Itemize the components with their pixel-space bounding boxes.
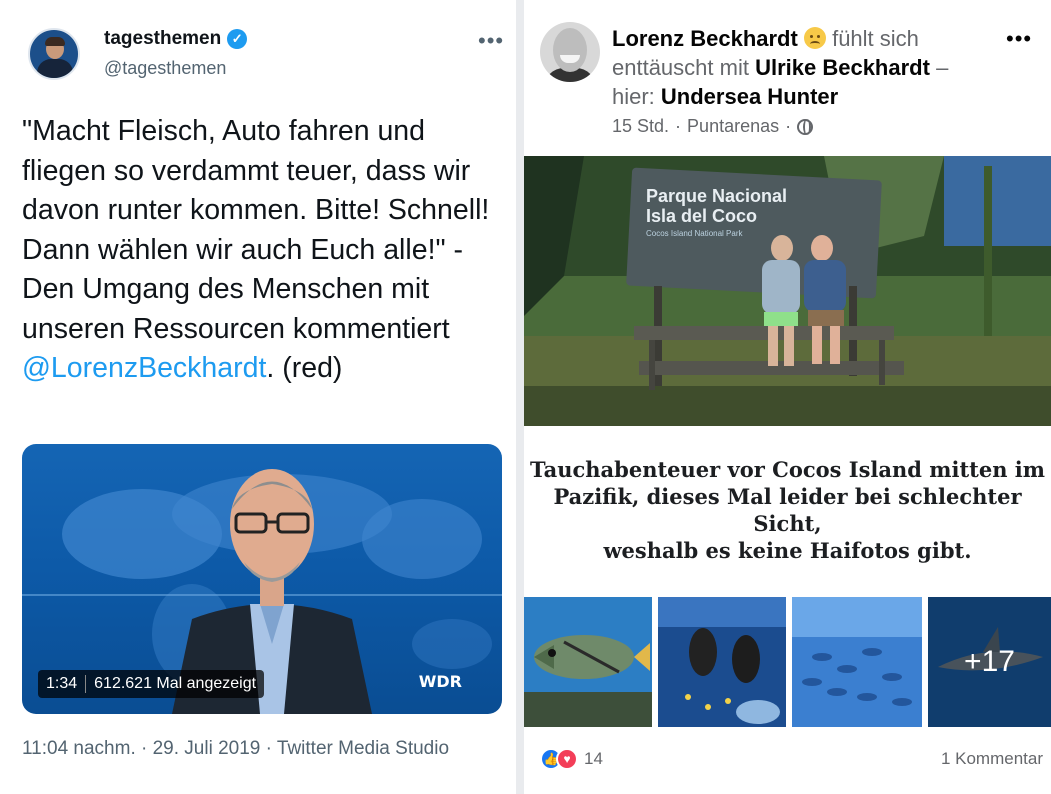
photo-thumb-shark[interactable]: +17 <box>928 597 1051 727</box>
photo-thumb-divers[interactable] <box>658 597 786 727</box>
caption-line: Tauchabenteuer vor Cocos Island mitten i… <box>530 457 1045 482</box>
post-place[interactable]: Puntarenas <box>687 116 779 137</box>
dot-separator: · <box>785 116 792 136</box>
sign-line-3: Cocos Island National Park <box>646 229 743 238</box>
tagged-person[interactable]: Ulrike Beckhardt <box>755 55 930 80</box>
post-footer: 👍 ♥ 14 1 Kommentar <box>540 748 1043 770</box>
post-time[interactable]: 15 Std. <box>612 116 669 137</box>
disappointed-emoji-icon <box>803 27 826 49</box>
facebook-post: Lorenz Beckhardt fühlt sich enttäuscht m… <box>524 0 1051 794</box>
mention-link[interactable]: @LorenzBeckhardt <box>22 352 266 384</box>
account-name[interactable]: tagesthemen ✓ <box>104 28 248 50</box>
sign-line-1: Parque Nacional <box>646 186 787 206</box>
account-avatar[interactable] <box>28 28 80 80</box>
park-sign-photo: Parque Nacional Isla del Coco Cocos Isla… <box>524 156 1051 426</box>
photo-thumb-fish[interactable] <box>524 597 652 727</box>
post-subline: 15 Std. · Puntarenas · <box>612 116 814 137</box>
video-views: 612.621 Mal angezeigt <box>94 675 257 692</box>
channel-logo: WDR <box>418 672 462 691</box>
main-photo[interactable]: Parque Nacional Isla del Coco Cocos Isla… <box>524 156 1051 426</box>
sign-line-2: Isla del Coco <box>646 206 757 226</box>
tweet-meta[interactable]: 11:04 nachm. · 29. Juli 2019 · Twitter M… <box>22 738 449 760</box>
post-caption: Tauchabenteuer vor Cocos Island mitten i… <box>524 456 1051 564</box>
location-link[interactable]: Undersea Hunter <box>661 84 838 109</box>
caption-line: weshalb es keine Haifotos gibt. <box>603 538 972 563</box>
caption-line: Pazifik, dieses Mal leider bei schlechte… <box>553 484 1022 509</box>
reaction-count[interactable]: 14 <box>584 749 603 769</box>
post-header: Lorenz Beckhardt fühlt sich enttäuscht m… <box>612 24 992 111</box>
love-reaction-icon[interactable]: ♥ <box>556 748 578 770</box>
tweet-tail: . (red) <box>266 352 343 384</box>
video-duration: 1:34 <box>46 675 78 692</box>
tweet-text: "Macht Fleisch, Auto fahren und fliegen … <box>22 112 502 389</box>
photo-thumb-school[interactable] <box>792 597 922 727</box>
account-handle[interactable]: @tagesthemen <box>104 58 226 79</box>
author-name[interactable]: Lorenz Beckhardt <box>612 26 798 51</box>
caption-line: Sicht, <box>753 511 822 536</box>
dot-separator: · <box>675 116 682 136</box>
photo-grid: +17 <box>524 597 1051 727</box>
more-photos-overlay[interactable]: +17 <box>928 597 1051 727</box>
author-avatar[interactable] <box>540 22 600 82</box>
video-info-badge: 1:34 612.621 Mal angezeigt <box>38 670 265 698</box>
more-options-icon[interactable]: ••• <box>478 30 504 52</box>
account-name-text[interactable]: tagesthemen <box>104 28 221 50</box>
tweet-card: tagesthemen ✓ @tagesthemen ••• "Macht Fl… <box>0 0 516 794</box>
comments-link[interactable]: 1 Kommentar <box>941 749 1043 769</box>
post-options-icon[interactable]: ••• <box>1006 28 1032 50</box>
globe-icon <box>797 118 814 135</box>
video-player[interactable]: 1:34 612.621 Mal angezeigt WDR <box>22 444 502 714</box>
verified-badge-icon: ✓ <box>227 29 248 49</box>
tweet-body: "Macht Fleisch, Auto fahren und fliegen … <box>22 115 490 345</box>
